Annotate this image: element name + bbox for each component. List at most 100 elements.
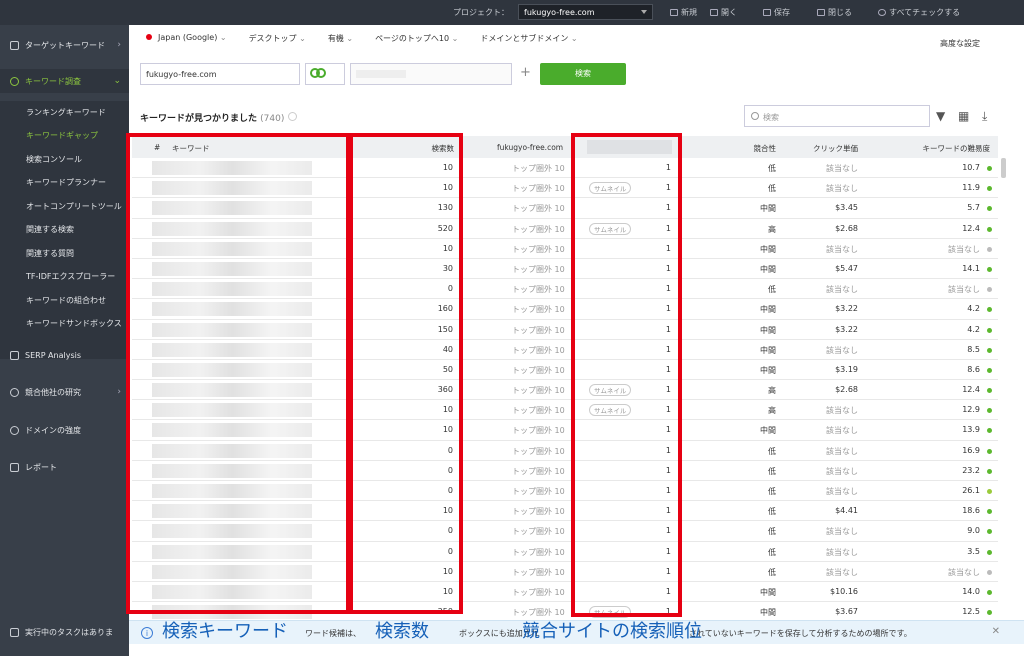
new-button[interactable]: 新規: [670, 7, 697, 18]
competition-cell: 低: [768, 285, 776, 295]
sidebar-subitem-active[interactable]: キーワードギャップ: [0, 124, 129, 146]
cpc-cell: 該当なし: [826, 164, 858, 173]
difficulty-dot-icon: [987, 226, 992, 232]
cpc-cell: $5.47: [835, 263, 858, 273]
download-icon[interactable]: ⤓: [982, 109, 987, 124]
organic-filter[interactable]: 有機: [328, 33, 353, 44]
site-position-cell: トップ圏外 10: [512, 507, 565, 517]
sidebar-subitem[interactable]: オートコンプリートツール: [0, 195, 129, 217]
device-filter[interactable]: デスクトップ: [249, 33, 306, 44]
site-position-cell: トップ圏外 10: [512, 164, 565, 173]
site-position-cell: トップ圏外 10: [512, 345, 565, 355]
site-position-cell: トップ圏外 10: [512, 305, 565, 315]
running-tasks[interactable]: 実行中のタスクはありま: [10, 627, 113, 638]
folder-icon: [710, 9, 718, 16]
sidebar-subitem[interactable]: キーワードプランナー: [0, 171, 129, 193]
difficulty-dot-icon: [987, 509, 992, 515]
top-bar: プロジェクト： fukugyo-free.com 新規 開く 保存 閉じる すべ…: [0, 0, 1024, 25]
difficulty-cell: 23.2: [962, 465, 980, 475]
sidebar-subitem[interactable]: キーワードの組合わせ: [0, 289, 129, 311]
project-select[interactable]: fukugyo-free.com: [518, 4, 653, 20]
site-position-cell: トップ圏外 10: [512, 285, 565, 295]
cpc-cell: 該当なし: [826, 345, 858, 355]
pages-filter[interactable]: ページのトップへ10: [375, 33, 458, 44]
country-filter[interactable]: Japan (Google): [146, 33, 227, 44]
sidebar-item-keyword-research[interactable]: キーワード調査 ⌄: [0, 69, 129, 93]
sidebar-item-report[interactable]: レポート: [0, 455, 129, 479]
domain-input[interactable]: fukugyo-free.com: [140, 63, 300, 85]
sidebar-item-serp[interactable]: SERP Analysis: [0, 343, 129, 367]
open-label: 開く: [721, 8, 737, 17]
difficulty-cell: 11.9: [962, 183, 980, 193]
competitor-input[interactable]: [350, 63, 512, 85]
sidebar-subitem[interactable]: 関連する検索: [0, 218, 129, 240]
competition-cell: 中間: [760, 264, 776, 274]
highlight-keyword-column: [126, 133, 350, 614]
filter-bar: Japan (Google) デスクトップ 有機 ページのトップへ10 ドメイン…: [146, 33, 578, 44]
advanced-settings[interactable]: 高度な設定: [940, 38, 980, 49]
site-position-cell: トップ圏外 10: [512, 587, 565, 597]
close-button[interactable]: 閉じる: [817, 7, 852, 18]
save-button[interactable]: 保存: [763, 7, 790, 18]
open-button[interactable]: 開く: [710, 7, 737, 18]
sidebar-label: キーワード調査: [25, 76, 81, 86]
site-position-cell: トップ圏外 10: [512, 426, 565, 436]
difficulty-dot-icon: [987, 287, 992, 293]
competition-cell: 低: [768, 507, 776, 517]
difficulty-dot-icon: [987, 347, 992, 353]
site-position-cell: トップ圏外 10: [512, 325, 565, 335]
col-site[interactable]: fukugyo-free.com: [497, 143, 563, 152]
sidebar-subitem[interactable]: 関連する質問: [0, 242, 129, 264]
project-label: プロジェクト：: [453, 8, 509, 17]
search-icon: [10, 76, 19, 86]
competition-cell: 低: [768, 547, 776, 557]
cpc-cell: $3.19: [835, 364, 858, 374]
add-competitor-button[interactable]: +: [520, 65, 531, 80]
close-label: 閉じる: [828, 8, 852, 17]
col-cpc[interactable]: クリック単価: [813, 143, 858, 154]
filter-icon[interactable]: ▼: [936, 109, 945, 123]
search-button[interactable]: 検索: [540, 63, 626, 85]
cpc-cell: 該当なし: [826, 285, 858, 295]
sidebar-subitem[interactable]: 検索コンソール: [0, 148, 129, 170]
sidebar-label: ドメインの強度: [25, 425, 81, 435]
sidebar-subitem[interactable]: TF-IDFエクスプローラー: [0, 265, 129, 287]
sidebar-subitem[interactable]: ランキングキーワード: [0, 101, 129, 123]
difficulty-cell: 該当なし: [948, 244, 980, 254]
sidebar-label: ターゲットキーワード: [25, 40, 105, 50]
compare-mode-select[interactable]: [305, 63, 345, 85]
difficulty-cell: 4.2: [967, 304, 980, 314]
difficulty-cell: 8.5: [967, 344, 980, 354]
domain-filter[interactable]: ドメインとサブドメイン: [480, 33, 577, 44]
sidebar-item-domain-strength[interactable]: ドメインの強度: [0, 418, 129, 442]
scrollbar[interactable]: [1001, 158, 1006, 178]
venn-icon-2: [316, 68, 326, 78]
cpc-cell: 該当なし: [826, 244, 858, 254]
sidebar-subitem[interactable]: キーワードサンドボックス: [0, 312, 129, 334]
col-competition[interactable]: 競合性: [754, 143, 777, 154]
difficulty-dot-icon: [987, 367, 992, 373]
country-label: Japan (Google): [158, 33, 218, 42]
highlight-volume-column: [349, 133, 463, 614]
sidebar-item-target-keywords[interactable]: ターゲットキーワード ›: [0, 33, 129, 57]
site-position-cell: トップ圏外 10: [512, 547, 565, 557]
difficulty-dot-icon: [987, 489, 992, 494]
sidebar-item-competitor[interactable]: 競合他社の研究 ›: [0, 380, 129, 404]
close-icon[interactable]: ✕: [992, 626, 1000, 637]
competition-cell: 高: [768, 386, 776, 396]
save-label: 保存: [774, 8, 790, 17]
cpc-cell: $2.68: [835, 223, 858, 233]
site-position-cell: トップ圏外 10: [512, 527, 565, 537]
difficulty-dot-icon: [987, 186, 992, 192]
competition-cell: 中間: [760, 244, 776, 254]
col-difficulty[interactable]: キーワードの難易度: [923, 143, 991, 154]
competition-cell: 低: [768, 487, 776, 496]
help-icon[interactable]: [287, 112, 297, 121]
grid-view-icon[interactable]: ▦: [958, 109, 969, 123]
competition-cell: 中間: [760, 305, 776, 315]
check-all-button[interactable]: すべてチェックする: [878, 7, 960, 18]
table-search-input[interactable]: 検索: [744, 105, 930, 127]
new-icon: [670, 9, 678, 16]
site-position-cell: トップ圏外 10: [512, 386, 565, 396]
difficulty-cell: 4.2: [967, 324, 980, 334]
